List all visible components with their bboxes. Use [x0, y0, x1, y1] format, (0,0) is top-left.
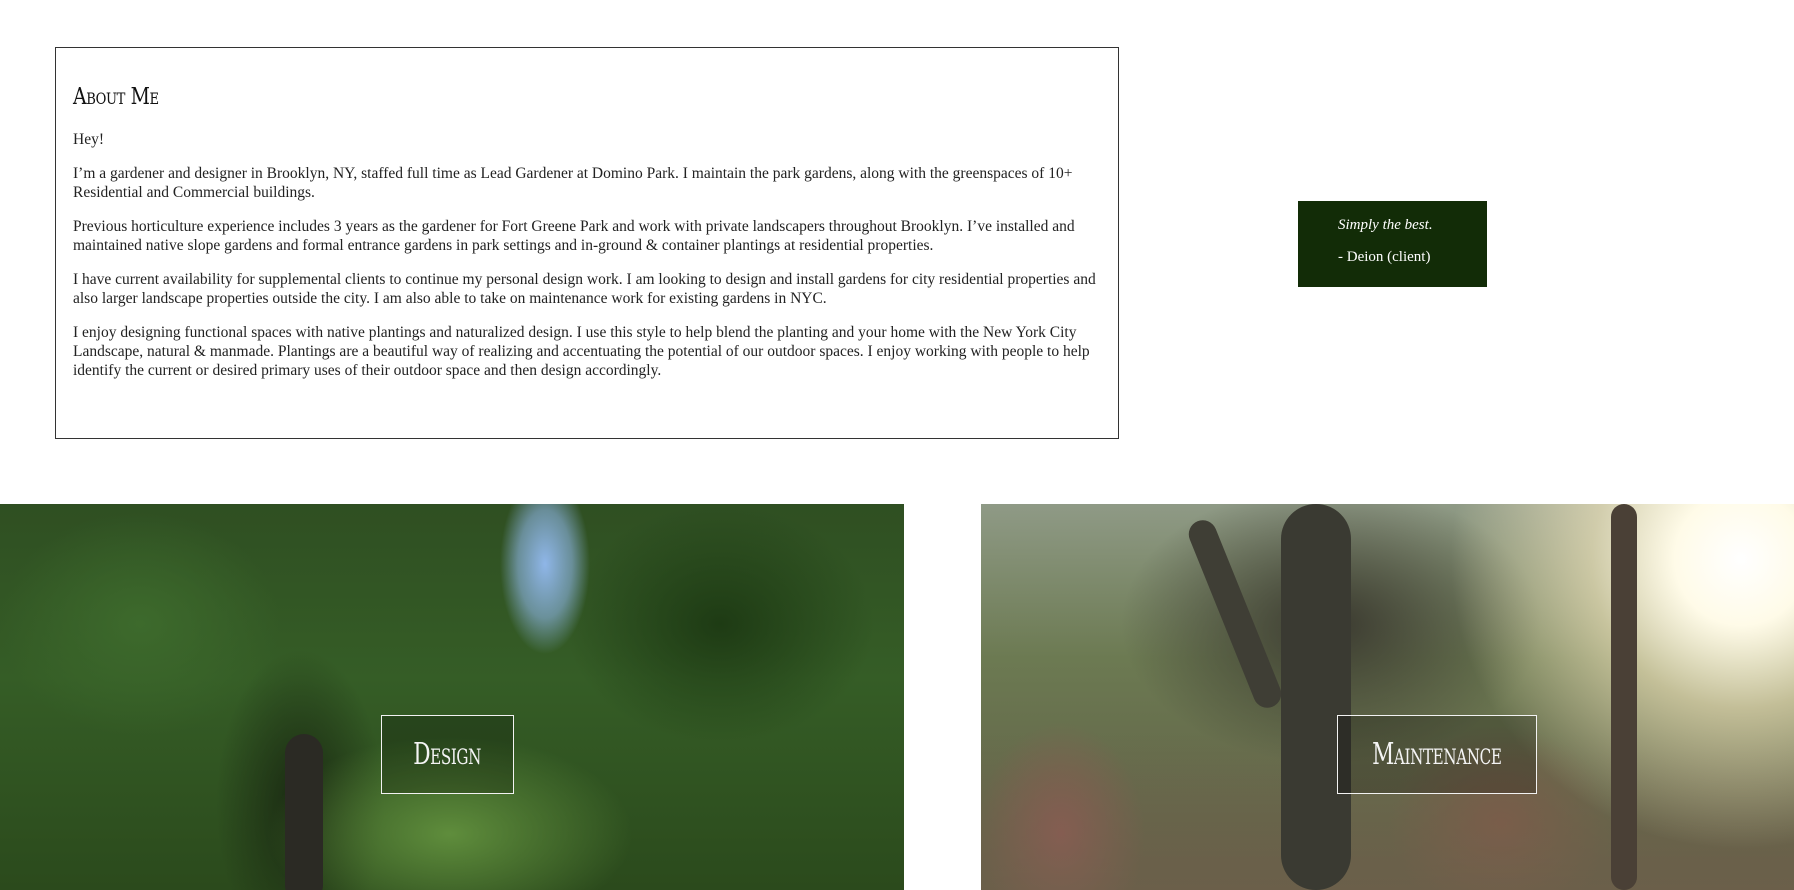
maintenance-label: Maintenance: [1372, 737, 1502, 772]
testimonial-author: - Deion (client): [1338, 249, 1431, 265]
tree-trunk-photo: [285, 734, 323, 890]
testimonial-quote: Simply the best.: [1338, 217, 1433, 233]
tree-trunk-photo: [1281, 504, 1351, 890]
about-paragraph-2: I’m a gardener and designer in Brooklyn,…: [73, 165, 1073, 201]
about-paragraph-4: I have current availability for suppleme…: [73, 271, 1096, 307]
testimonial-box: Simply the best. - Deion (client): [1298, 201, 1487, 287]
design-label: Design: [413, 737, 482, 772]
maintenance-link[interactable]: Maintenance: [1337, 715, 1537, 794]
design-tile[interactable]: Design: [0, 504, 904, 890]
about-paragraph-3: Previous horticulture experience include…: [73, 218, 1075, 254]
tree-branch-photo: [1184, 516, 1286, 712]
about-paragraph-5: I enjoy designing functional spaces with…: [73, 324, 1090, 379]
tree-trunk-photo: [1611, 504, 1637, 890]
about-paragraph-1: Hey!: [73, 131, 104, 148]
design-link[interactable]: Design: [381, 715, 514, 794]
about-me-title: About Me: [73, 84, 159, 110]
maintenance-tile[interactable]: Maintenance: [981, 504, 1794, 890]
about-me-section: About Me Hey! I’m a gardener and designe…: [55, 47, 1119, 439]
